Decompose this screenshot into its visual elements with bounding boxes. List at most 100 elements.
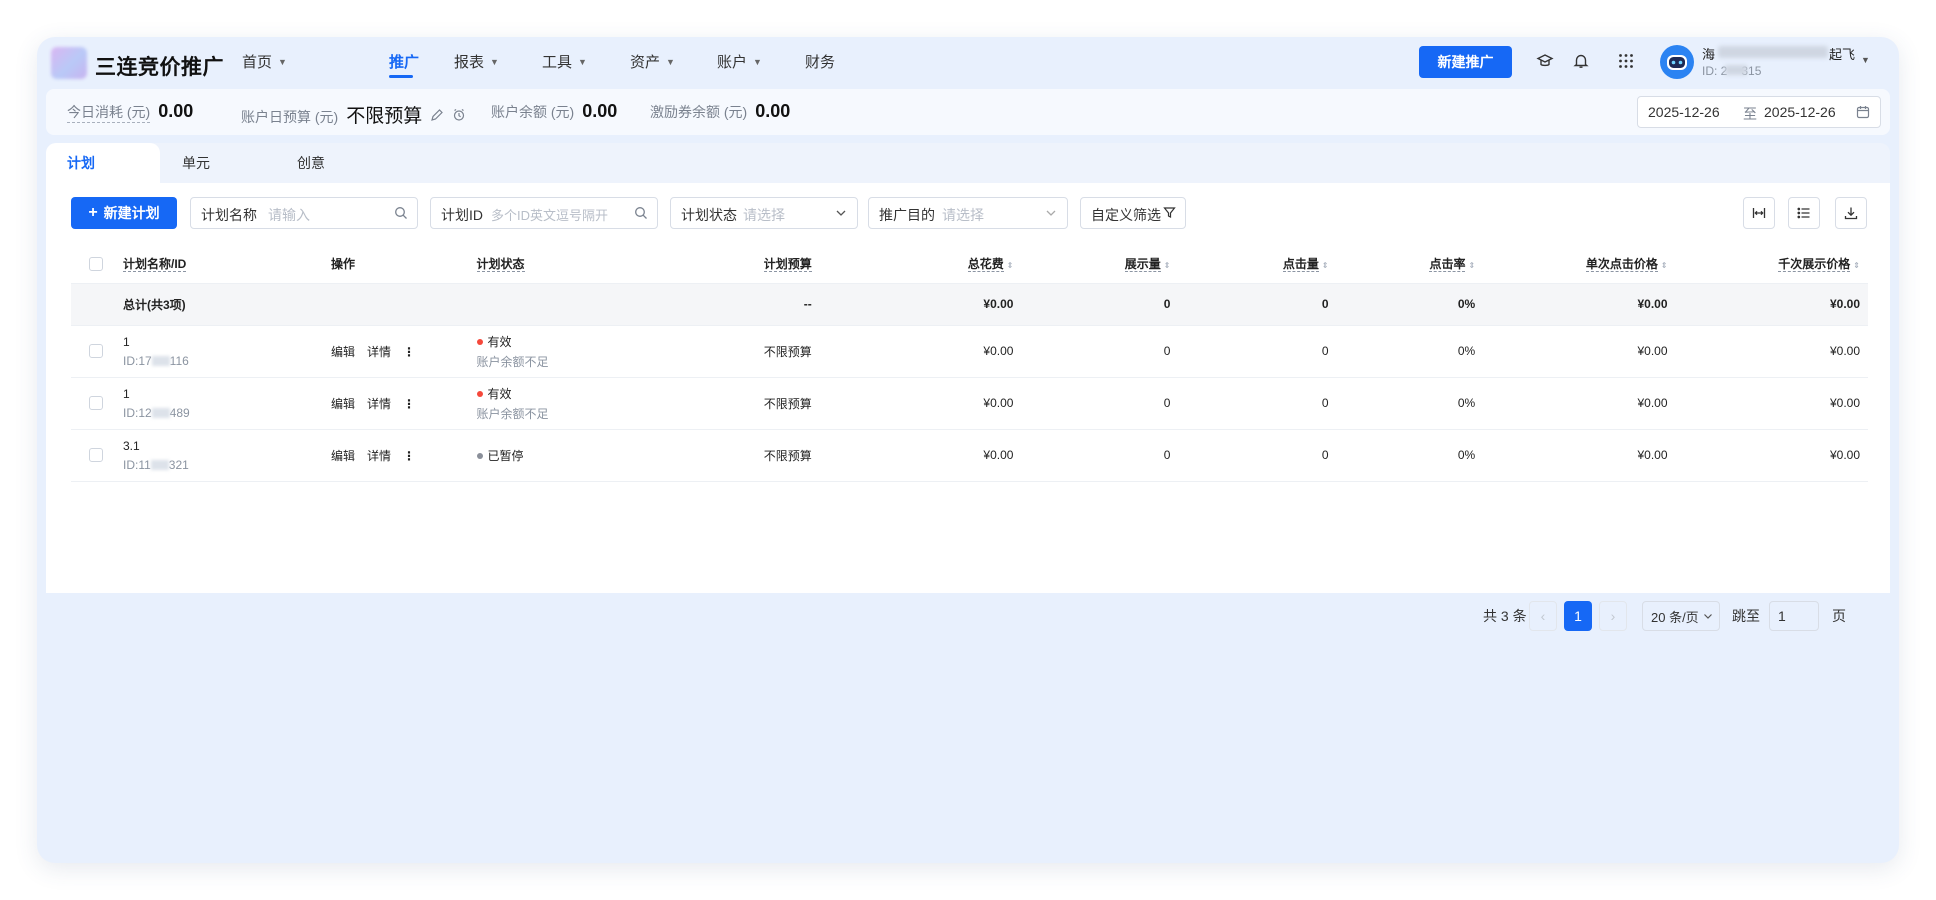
graduation-cap-icon[interactable] — [1534, 50, 1556, 72]
plan-table: 计划名称/ID 操作 计划状态 计划预算 总花费 ⇕ 展示量 ⇕ 点击量 ⇕ 点击率 ⇕… — [71, 245, 1868, 482]
col-header[interactable]: 点击量 ⇕ — [1178, 245, 1337, 284]
plan-id-filter[interactable]: 计划ID 多个ID英文逗号隔开 — [430, 197, 658, 229]
nav-active-indicator — [389, 75, 413, 78]
col-header[interactable]: 总花费 ⇕ — [819, 245, 1022, 284]
plan-name-filter[interactable]: 计划名称 请输入 — [190, 197, 418, 229]
ctr-cell: 0% — [1336, 429, 1484, 482]
nav-item-home[interactable]: 首页 ▼ — [242, 51, 287, 72]
plan-name[interactable]: 1 — [123, 335, 130, 349]
caret-down-icon[interactable]: ▼ — [1861, 55, 1870, 65]
plan-status-select[interactable]: 计划状态 请选择 — [670, 197, 858, 229]
plan-id: ID:11 321 — [123, 458, 331, 472]
sort-icon[interactable]: ⇕ — [1322, 261, 1329, 270]
logo-text: 三连竞价推广 — [95, 56, 224, 79]
col-header[interactable]: 单次点击价格 ⇕ — [1483, 245, 1676, 284]
plan-id-prefix: ID:17 — [122, 353, 152, 368]
more-vertical-icon[interactable]: ⋮ — [403, 397, 415, 411]
tab-creative[interactable]: 创意 — [297, 143, 325, 183]
impressions-cell: 0 — [1021, 377, 1179, 430]
page-1-button[interactable]: 1 — [1564, 601, 1592, 631]
plan-name[interactable]: 1 — [123, 387, 130, 401]
promotion-goal-select[interactable]: 推广目的 请选择 — [868, 197, 1068, 229]
nav-item-reports[interactable]: 报表 ▼ — [454, 51, 499, 72]
row-checkbox[interactable] — [89, 448, 103, 462]
stat-balance: 账户余额 (元) 0.00 — [491, 101, 617, 122]
stat-value: 0.00 — [755, 101, 791, 121]
col-header[interactable]: 展示量 ⇕ — [1021, 245, 1179, 284]
more-vertical-icon[interactable]: ⋮ — [403, 449, 415, 463]
clicks-cell: 0 — [1178, 377, 1337, 430]
col-header-label: 计划状态 — [476, 257, 525, 273]
page-size-select[interactable]: 20 条/页 — [1642, 601, 1720, 631]
account-stats-bar: 今日消耗 (元) 0.00 账户日预算 (元) 不限预算 账户余额 (元) 0.… — [46, 89, 1890, 135]
detail-link[interactable]: 详情 — [367, 345, 391, 359]
nav-item-assets[interactable]: 资产 ▼ — [630, 51, 675, 72]
status-cell: 已暂停 — [476, 429, 652, 482]
alarm-clock-icon[interactable] — [452, 108, 466, 127]
plan-id-suffix: 116 — [169, 353, 189, 368]
filter-placeholder: 多个ID英文逗号隔开 — [491, 208, 609, 223]
edit-link[interactable]: 编辑 — [331, 397, 355, 411]
detail-link[interactable]: 详情 — [367, 449, 391, 463]
detail-link[interactable]: 详情 — [367, 397, 391, 411]
cost-cell: ¥0.00 — [819, 429, 1022, 482]
column-width-icon[interactable] — [1743, 197, 1775, 229]
col-header-label: 千次展示价格 — [1778, 257, 1851, 273]
sort-icon[interactable]: ⇕ — [1468, 261, 1475, 270]
status-dot-icon — [476, 391, 483, 398]
nav-item-tools[interactable]: 工具 ▼ — [542, 51, 587, 72]
sort-icon[interactable]: ⇕ — [1661, 261, 1668, 270]
plan-name[interactable]: 3.1 — [123, 439, 140, 453]
next-page-button[interactable]: › — [1599, 601, 1627, 631]
nav-item-finance[interactable]: 财务 — [805, 51, 835, 72]
apps-grid-icon[interactable] — [1615, 50, 1637, 72]
edit-icon[interactable] — [430, 108, 444, 127]
redacted-blur — [151, 356, 170, 367]
more-vertical-icon[interactable]: ⋮ — [403, 345, 415, 359]
user-name-start: 海 — [1702, 47, 1716, 62]
sort-icon[interactable]: ⇕ — [1007, 261, 1014, 270]
col-header-label: 展示量 — [1124, 257, 1161, 273]
tab-plan[interactable]: 计划 — [46, 143, 160, 183]
edit-link[interactable]: 编辑 — [331, 345, 355, 359]
app-window: 三连竞价推广 首页 ▼ 推广 报表 ▼ 工具 ▼ 资产 ▼ 账户 ▼ 财务 新建推广 海 起… — [37, 37, 1899, 863]
header-checkbox-cell — [71, 245, 123, 284]
edit-link[interactable]: 编辑 — [331, 449, 355, 463]
nav-item-promotion[interactable]: 推广 — [389, 51, 419, 72]
row-checkbox[interactable] — [89, 396, 103, 410]
date-range-picker[interactable]: 2025-12-26 至 2025-12-26 — [1637, 96, 1881, 128]
table-row: 1 ID:17 116 编辑 详情 ⋮ 有效 账户余额不足 不限预算 ¥0.00 0 0 0% ¥0.00… — [71, 325, 1868, 378]
table-row: 3.1 ID:11 321 编辑 详情 ⋮ 已暂停 不限预算 ¥0.00 0 0 0% ¥0.00 ¥0.… — [71, 429, 1868, 482]
total-ctr: 0% — [1336, 283, 1484, 326]
avatar[interactable] — [1660, 45, 1694, 79]
new-promotion-button[interactable]: 新建推广 — [1419, 46, 1512, 78]
stat-label: 账户日预算 (元) — [241, 109, 339, 125]
jump-page-input[interactable]: 1 — [1769, 601, 1819, 631]
stat-label: 今日消耗 (元) — [67, 102, 151, 123]
plus-icon: + — [88, 204, 98, 221]
sort-icon[interactable]: ⇕ — [1853, 261, 1860, 270]
col-header[interactable]: 千次展示价格 ⇕ — [1675, 245, 1868, 284]
budget-cell: 不限预算 — [651, 325, 820, 378]
filter-placeholder: 请输入 — [268, 207, 310, 223]
download-icon[interactable] — [1835, 197, 1867, 229]
status-cell: 有效 账户余额不足 — [476, 377, 652, 430]
jump-label: 跳至 — [1732, 608, 1760, 624]
table-row: 1 ID:12 489 编辑 详情 ⋮ 有效 账户余额不足 不限预算 ¥0.00 0 0 0% ¥0.00… — [71, 377, 1868, 430]
total-cpm: ¥0.00 — [1675, 283, 1868, 326]
prev-page-button[interactable]: ‹ — [1529, 601, 1557, 631]
nav-label: 报表 — [454, 54, 485, 71]
stat-value: 0.00 — [582, 101, 618, 121]
new-plan-button[interactable]: + 新建计划 — [71, 197, 177, 229]
col-header[interactable]: 点击率 ⇕ — [1336, 245, 1484, 284]
nav-item-account[interactable]: 账户 ▼ — [717, 51, 762, 72]
list-settings-icon[interactable] — [1788, 197, 1820, 229]
custom-filter-button[interactable]: 自定义筛选 — [1080, 197, 1186, 229]
plan-name-cell: 1 ID:17 116 — [122, 325, 331, 378]
tab-unit[interactable]: 单元 — [182, 143, 210, 183]
sort-icon[interactable]: ⇕ — [1164, 261, 1171, 270]
row-checkbox[interactable] — [89, 344, 103, 358]
select-all-checkbox[interactable] — [89, 256, 103, 271]
bell-icon[interactable] — [1570, 50, 1592, 72]
status-text: 已暂停 — [487, 448, 524, 463]
